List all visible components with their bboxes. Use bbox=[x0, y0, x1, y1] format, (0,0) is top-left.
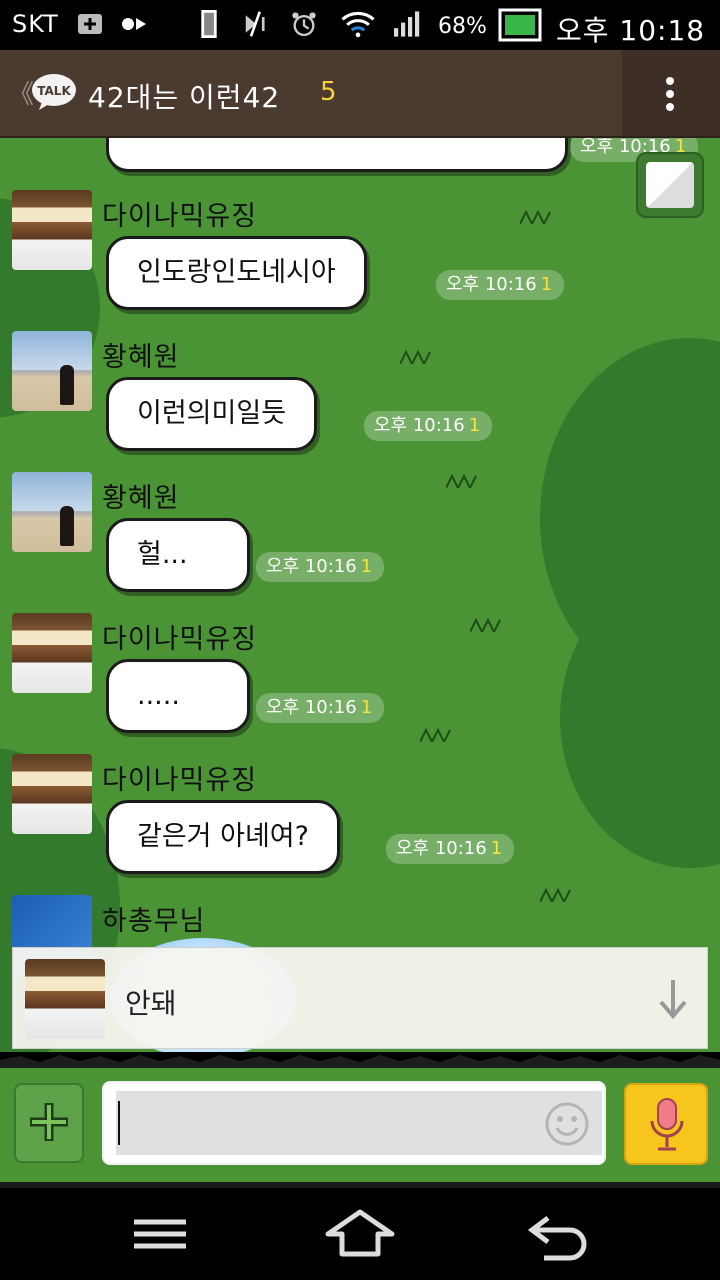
message-input[interactable] bbox=[124, 1099, 528, 1147]
battery-percent: 68% bbox=[438, 14, 487, 39]
chat-room-title: 42대는 이런42 bbox=[88, 81, 281, 114]
vibrate-off-icon bbox=[245, 11, 265, 37]
grass-tuft bbox=[540, 888, 571, 902]
sender-name: 다이나믹유징 bbox=[102, 201, 258, 232]
chat-header: 《 TALK 42대는 이런42 5 bbox=[0, 50, 720, 138]
grass-tuft bbox=[470, 618, 501, 632]
message-text-field[interactable] bbox=[102, 1081, 606, 1165]
avatar bbox=[25, 959, 105, 1039]
avatar[interactable] bbox=[12, 613, 92, 693]
grass-tuft bbox=[446, 474, 477, 488]
sender-name: 다이나믹유징 bbox=[102, 624, 258, 655]
image-icon bbox=[646, 162, 694, 208]
avatar[interactable] bbox=[12, 190, 92, 270]
alarm-icon bbox=[292, 12, 316, 37]
chat-area[interactable]: 오후 10:16 1 다이나믹유징 인도랑인도네시아 오후 10:16 1 황혜원 … bbox=[0, 138, 720, 1052]
overflow-menu-button[interactable] bbox=[622, 50, 720, 136]
sender-name: 황혜원 bbox=[102, 483, 180, 514]
member-count: 5 bbox=[320, 77, 337, 107]
logo-text: TALK bbox=[37, 84, 71, 98]
carrier-label: SKT bbox=[12, 10, 59, 38]
message-bubble[interactable]: 헐... bbox=[106, 518, 250, 592]
chat-title-button[interactable]: 《 TALK 42대는 이런42 5 bbox=[0, 50, 622, 136]
message-input-bar bbox=[0, 1068, 720, 1182]
microphone-icon bbox=[650, 1098, 684, 1151]
grass-tuft bbox=[520, 210, 551, 224]
home-icon[interactable] bbox=[320, 1204, 400, 1264]
message-time: 오후 10:16 1 bbox=[256, 552, 385, 582]
attach-button[interactable] bbox=[14, 1083, 84, 1163]
message-bubble[interactable]: ..... bbox=[106, 659, 250, 733]
status-clock: 오후 10:18 bbox=[556, 14, 706, 47]
sim-card-icon bbox=[201, 10, 217, 38]
text-caret bbox=[118, 1101, 120, 1145]
voice-input-button[interactable] bbox=[624, 1083, 708, 1165]
avatar[interactable] bbox=[12, 754, 92, 834]
battery-icon bbox=[498, 8, 542, 42]
system-nav-bar bbox=[0, 1182, 720, 1280]
avatar[interactable] bbox=[12, 331, 92, 411]
message-bubble-partial[interactable] bbox=[106, 138, 568, 172]
sender-name: 황혜원 bbox=[102, 342, 180, 373]
status-bar: SKT 68% 오후 10:18 bbox=[0, 0, 720, 50]
grass-edge bbox=[0, 1055, 720, 1070]
kakao-notification-icon bbox=[122, 18, 146, 30]
message-time: 오후 10:16 1 bbox=[436, 270, 565, 300]
grass-tuft bbox=[400, 350, 431, 364]
kakaotalk-logo: TALK bbox=[32, 74, 76, 110]
message-bubble[interactable]: 같은거 아녜여? bbox=[106, 800, 340, 874]
new-message-preview[interactable]: 안돼 bbox=[12, 947, 708, 1049]
avatar[interactable] bbox=[12, 472, 92, 552]
add-notification-icon bbox=[78, 14, 102, 34]
sender-name: 다이나믹유징 bbox=[102, 765, 258, 796]
message-time: 오후 10:16 1 bbox=[386, 834, 515, 864]
grass-tuft bbox=[420, 728, 451, 742]
arrow-down-icon[interactable] bbox=[653, 976, 693, 1022]
menu-icon[interactable] bbox=[120, 1204, 200, 1264]
preview-text: 안돼 bbox=[125, 987, 177, 1020]
back-icon[interactable] bbox=[520, 1204, 600, 1264]
sender-name: 하총무님 bbox=[102, 906, 206, 937]
message-time: 오후 10:16 1 bbox=[256, 693, 385, 723]
signal-strength-icon bbox=[394, 11, 420, 37]
message-bubble[interactable]: 인도랑인도네시아 bbox=[106, 236, 367, 310]
wifi-icon bbox=[341, 11, 375, 38]
more-vertical-icon bbox=[666, 77, 674, 111]
message-bubble[interactable]: 이런의미일듯 bbox=[106, 377, 318, 451]
emoticon-icon[interactable] bbox=[544, 1101, 590, 1147]
plus-icon bbox=[30, 1103, 68, 1141]
media-thumbnail-button[interactable] bbox=[636, 152, 704, 218]
message-time: 오후 10:16 1 bbox=[364, 411, 493, 441]
